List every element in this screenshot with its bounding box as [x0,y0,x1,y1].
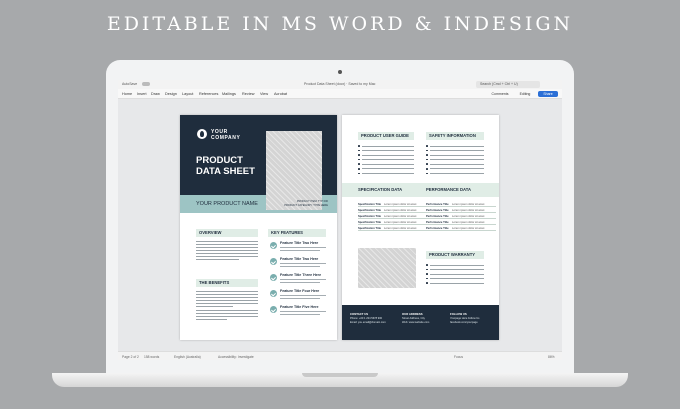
key-features-heading: KEY FEATURES [268,229,326,237]
overview-text [196,241,258,262]
feature-title: Feature Title Three Here [280,273,322,277]
product-name: YOUR PRODUCT NAME [196,201,258,207]
page-1[interactable]: YOUR COMPANY PRODUCT DATA SHEET YOUR PRO… [180,115,337,340]
page-2[interactable]: PRODUCT USER GUIDE SAFETY INFORMATION SP… [342,115,499,340]
user-guide-list [358,144,414,176]
feature-title: Feature Title Four Here [280,289,320,293]
status-words[interactable]: 158 words [144,355,159,359]
tab-mailings[interactable]: Mailings [222,92,236,96]
page2-footer: CONTACT US Phone: +00 1 234 5678 900 Ema… [342,305,499,340]
warranty-heading: PRODUCT WARRANTY [426,251,484,259]
check-icon [270,290,277,297]
document-title[interactable]: Product Data Sheet (docx) · Saved to my … [304,82,375,86]
overview-heading: OVERVIEW [196,229,258,237]
address-street: Street Address, City [402,317,425,320]
product-category: PRODUCT CATEGORY: TYPE HERE [284,204,328,207]
address-title: OUR ADDRESS [402,312,423,316]
address-block: OUR ADDRESS Street Address, City Web: ww… [402,312,429,325]
warranty-image-placeholder [358,248,416,288]
tab-review[interactable]: Review [242,92,254,96]
share-button[interactable]: Share [538,91,558,97]
safety-list [426,144,484,176]
feature-title: Feature Title Five Here [280,305,319,309]
sheet-title-line-1: PRODUCT [196,155,243,166]
feature-item: Feature Title Three Here [270,272,330,288]
tab-layout[interactable]: Layout [182,92,193,96]
feature-title: Feature Title Two Here [280,241,319,245]
feature-item: Feature Title Two Here [270,256,330,272]
contact-phone: Phone: +00 1 234 5678 900 [350,317,383,320]
performance-heading: PERFORMANCE DATA [426,187,471,192]
check-icon [270,258,277,265]
laptop-notch [302,373,378,377]
editing-button[interactable]: Editing [515,91,535,97]
benefits-text [196,291,258,322]
product-meta: PRODUCT ITEM: TYP 000 PRODUCT CATEGORY: … [280,200,328,208]
autosave-label: AutoSave [122,82,138,86]
feature-title: Feature Title Two Here [280,257,319,261]
company-logo-icon [197,129,207,139]
check-icon [270,242,277,249]
follow-link: facebook.com/yourpage [450,321,478,324]
benefits-heading: THE BENEFITS [196,279,258,287]
product-image-placeholder [266,131,322,210]
status-accessibility[interactable]: Accessibility: Investigate [218,355,254,359]
ribbon: Home Insert Draw Design Layout Reference… [118,89,562,99]
spec-heading: SPECIFICATION DATA [358,187,403,192]
tab-draw[interactable]: Draw [151,92,160,96]
tab-view[interactable]: View [260,92,268,96]
feature-item: Feature Title Five Here [270,304,330,320]
tab-home[interactable]: Home [122,92,132,96]
contact-title: CONTACT US [350,312,369,316]
table-row: Performance Title Lorem ipsum dolor sit a… [426,225,496,231]
follow-title: FOLLOW US [450,312,467,316]
follow-handle: Yourpage Here Follow Us [450,317,480,320]
contact-email: Email: you.email@domain.com [350,321,386,324]
status-bar: Page 2 of 2 158 words English (Australia… [118,351,562,360]
feature-item: Feature Title Four Here [270,288,330,304]
safety-heading: SAFETY INFORMATION [426,132,484,140]
check-icon [270,306,277,313]
address-web: Web: www.website.com [402,321,430,324]
title-bar: AutoSave Product Data Sheet (docx) · Sav… [118,80,562,89]
follow-block: FOLLOW US Yourpage Here Follow Us facebo… [450,312,479,325]
user-guide-heading: PRODUCT USER GUIDE [358,132,414,140]
laptop-frame: AutoSave Product Data Sheet (docx) · Sav… [106,60,574,378]
warranty-list [426,263,484,286]
feature-item: Feature Title Two Here [270,240,330,256]
headline: EDITABLE IN MS WORD & INDESIGN [106,13,574,35]
sheet-title-line-2: DATA SHEET [196,166,255,177]
comments-button[interactable]: Comments [488,91,512,97]
spec-table: Specification Title Lorem ipsum dolor sit… [358,201,428,231]
sheet-title: PRODUCT DATA SHEET [196,155,255,177]
autosave-toggle[interactable] [142,82,150,86]
check-icon [270,274,277,281]
tab-acrobat[interactable]: Acrobat [274,92,287,96]
status-page[interactable]: Page 2 of 2 [122,355,139,359]
camera-icon [338,70,342,74]
focus-button[interactable]: Focus [454,355,463,359]
status-language[interactable]: English (Australia) [174,355,201,359]
tab-references[interactable]: References [199,92,218,96]
laptop-base [52,373,628,387]
word-window: AutoSave Product Data Sheet (docx) · Sav… [118,80,562,360]
company-name: YOUR COMPANY [211,129,241,141]
table-row: Specification Title Lorem ipsum dolor sit… [358,225,428,231]
tab-insert[interactable]: Insert [137,92,147,96]
tab-design[interactable]: Design [165,92,177,96]
search-placeholder: Search (Cmd + Ctrl + U) [480,82,518,86]
performance-table: Performance Title Lorem ipsum dolor sit a… [426,201,496,231]
zoom-level[interactable]: 86% [548,355,555,359]
contact-block: CONTACT US Phone: +00 1 234 5678 900 Ema… [350,312,386,325]
